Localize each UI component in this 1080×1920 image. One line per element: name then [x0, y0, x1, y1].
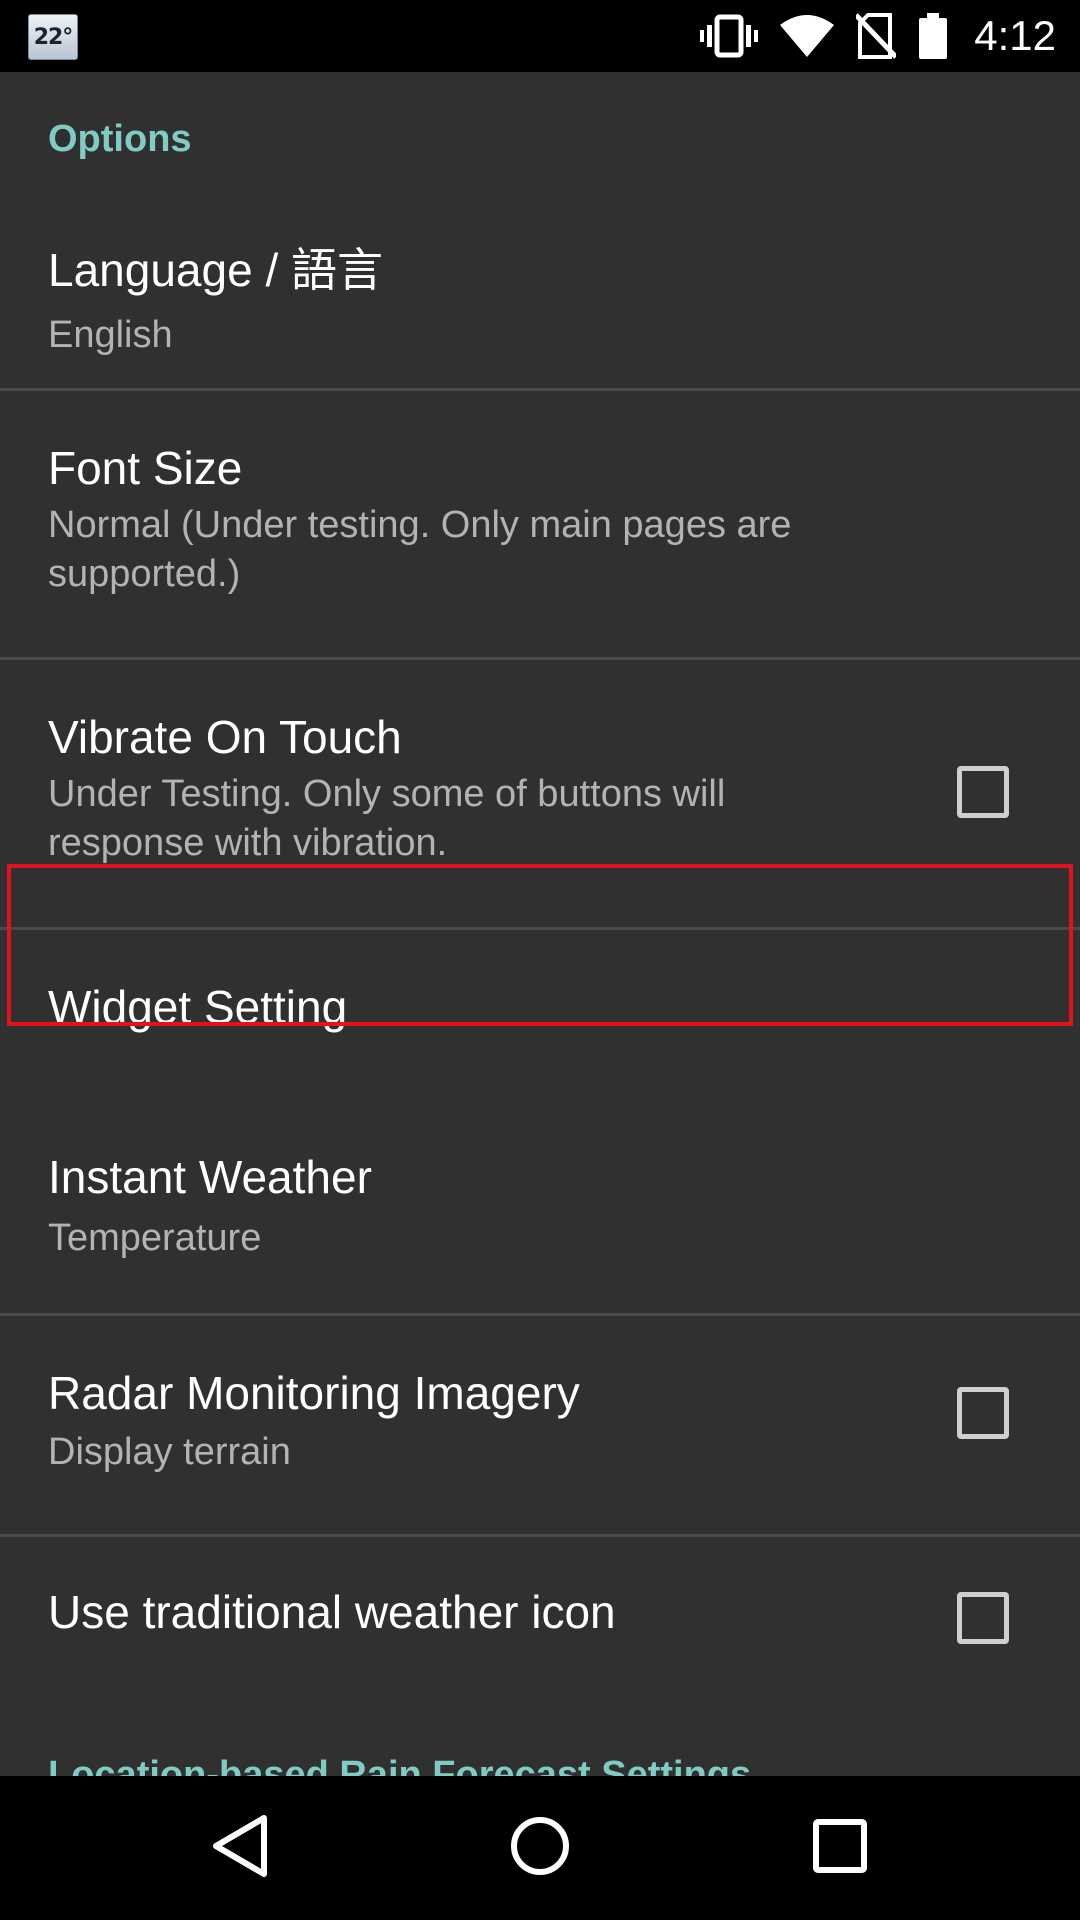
pref-traditional-weather-icon[interactable]: Use traditional weather icon	[0, 1537, 1080, 1727]
pref-title: Use traditional weather icon	[48, 1586, 616, 1638]
pref-radar-imagery[interactable]: Radar Monitoring Imagery Display terrain	[0, 1316, 1080, 1536]
temperature-badge: 22°	[28, 14, 78, 60]
traditional-icon-checkbox[interactable]	[957, 1592, 1009, 1644]
pref-summary: English	[48, 314, 173, 356]
pref-summary: Display terrain	[48, 1431, 291, 1473]
no-sim-icon	[856, 13, 897, 59]
pref-title: Instant Weather	[48, 1151, 372, 1203]
battery-icon	[918, 13, 948, 59]
pref-instant-weather[interactable]: Instant Weather Temperature	[0, 1098, 1080, 1339]
pref-summary: Under Testing. Only some of buttons will…	[48, 773, 726, 864]
vibrate-icon	[700, 13, 759, 59]
category-options: Options	[48, 118, 192, 160]
highlight-box	[7, 864, 1073, 1026]
back-button[interactable]	[190, 1798, 290, 1898]
recents-icon	[812, 1818, 868, 1879]
status-clock: 4:12	[974, 12, 1056, 59]
wifi-icon	[780, 13, 835, 59]
home-icon	[508, 1814, 572, 1883]
category-rain-forecast: Location-based Rain Forecast Settings	[48, 1754, 752, 1776]
pref-title: Language / 語言	[48, 244, 384, 296]
radar-checkbox[interactable]	[957, 1387, 1009, 1439]
pref-font-size[interactable]: Font Size Normal (Under testing. Only ma…	[0, 391, 1080, 657]
pref-title: Font Size	[48, 442, 243, 494]
pref-summary: Temperature	[48, 1217, 262, 1259]
pref-title: Vibrate On Touch	[48, 711, 402, 763]
vibrate-checkbox[interactable]	[957, 766, 1009, 818]
settings-list: Options Language / 語言 English Font Size …	[0, 72, 1080, 1776]
status-icons: 4:12	[700, 0, 1056, 72]
recents-button[interactable]	[790, 1798, 890, 1898]
back-icon	[210, 1814, 270, 1883]
pref-summary: Normal (Under testing. Only main pages a…	[48, 504, 792, 595]
status-bar: 22° 4:12	[0, 0, 1080, 72]
navigation-bar	[0, 1776, 1080, 1920]
home-button[interactable]	[490, 1798, 590, 1898]
pref-title: Radar Monitoring Imagery	[48, 1367, 580, 1419]
